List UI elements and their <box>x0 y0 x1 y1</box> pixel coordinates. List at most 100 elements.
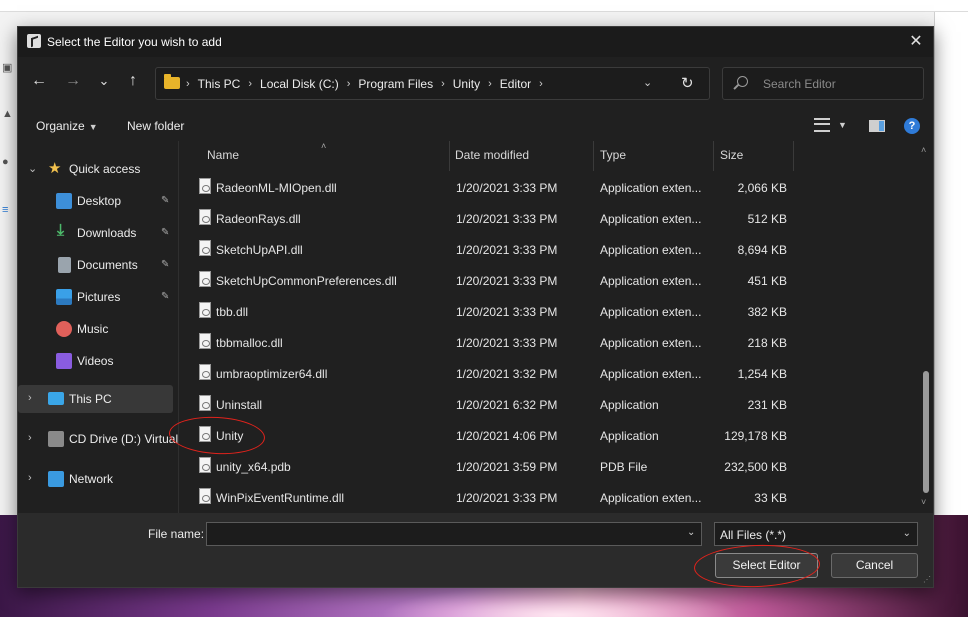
sidebar-item-label: Documents <box>77 258 138 272</box>
size-cell: 33 KB <box>754 491 787 505</box>
sidebar-item-label: CD Drive (D:) Virtual <box>69 432 179 446</box>
file-name-cell: umbraoptimizer64.dll <box>216 367 328 381</box>
breadcrumb-editor[interactable]: Editor <box>500 77 531 91</box>
sidebar-item-quick-access[interactable]: ⌄ ★ Quick access <box>18 155 178 183</box>
table-row[interactable]: RadeonRays.dll 1/20/2021 3:33 PM Applicati… <box>181 203 918 234</box>
table-row[interactable]: Uninstall 1/20/2021 6:32 PM Application 231… <box>181 389 918 420</box>
file-icon <box>199 488 211 504</box>
music-icon <box>56 321 72 337</box>
help-icon[interactable]: ? <box>904 118 920 134</box>
sidebar-item-music[interactable]: Music <box>18 315 178 343</box>
organize-menu[interactable]: Organize ▼ <box>36 119 98 133</box>
file-name-input[interactable] <box>206 522 702 546</box>
sidebar-item-label: Desktop <box>77 194 122 208</box>
chevron-right-icon[interactable]: › <box>28 392 32 404</box>
cancel-button[interactable]: Cancel <box>831 553 918 578</box>
search-box[interactable] <box>722 67 924 100</box>
table-row[interactable]: unity_x64.pdb 1/20/2021 3:59 PM PDB File 23… <box>181 451 918 482</box>
forward-arrow-icon[interactable]: → <box>61 69 85 93</box>
table-row[interactable]: WinPixEventRuntime.dll 1/20/2021 3:33 PM A… <box>181 482 918 513</box>
cd-drive-icon <box>48 431 64 447</box>
table-row[interactable]: RadeonML-MIOpen.dll 1/20/2021 3:33 PM Appl… <box>181 172 918 203</box>
sidebar-item-this-pc[interactable]: › This PC <box>18 385 173 413</box>
size-cell: 451 KB <box>747 274 787 288</box>
breadcrumb-separator[interactable]: › <box>539 78 543 90</box>
table-row[interactable]: SketchUpCommonPreferences.dll 1/20/2021 3… <box>181 265 918 296</box>
file-name-cell: RadeonRays.dll <box>216 212 301 226</box>
view-options-caret-icon[interactable]: ▼ <box>838 120 847 130</box>
sidebar-item-desktop[interactable]: Desktop ✎ <box>18 187 178 215</box>
chevron-right-icon[interactable]: › <box>28 472 32 484</box>
table-row[interactable]: Unity 1/20/2021 4:06 PM Application 129,178… <box>181 420 918 451</box>
size-cell: 218 KB <box>747 336 787 350</box>
file-type-filter-select[interactable]: All Files (*.*) ⌄ <box>714 522 918 546</box>
size-cell: 129,178 KB <box>724 429 787 443</box>
parent-installs-icon[interactable]: ≡ <box>2 204 16 216</box>
resize-grip-icon[interactable]: ⋰ <box>923 575 931 584</box>
size-cell: 231 KB <box>747 398 787 412</box>
sidebar-item-downloads[interactable]: ⤓ Downloads ✎ <box>18 219 178 247</box>
star-icon: ★ <box>48 160 62 177</box>
parent-window-right-edge <box>934 12 968 515</box>
type-cell: Application exten... <box>600 181 702 195</box>
scrollbar-thumb[interactable] <box>923 371 929 493</box>
file-icon <box>199 302 211 318</box>
column-header-date[interactable]: Date modified <box>450 141 594 171</box>
column-header-type[interactable]: Type <box>594 141 714 171</box>
breadcrumb-separator[interactable]: › <box>347 78 351 90</box>
search-icon <box>737 76 748 87</box>
sidebar-item-documents[interactable]: Documents ✎ <box>18 251 178 279</box>
type-cell: Application exten... <box>600 336 702 350</box>
sidebar-item-videos[interactable]: Videos <box>18 347 178 375</box>
chevron-right-icon[interactable]: › <box>28 432 32 444</box>
refresh-icon[interactable]: ↻ <box>681 74 694 92</box>
column-header-name[interactable]: Name <box>181 141 450 171</box>
file-type-filter-value: All Files (*.*) <box>720 528 787 542</box>
dialog-titlebar: Select the Editor you wish to add ✕ <box>18 27 933 57</box>
up-arrow-icon[interactable]: ↑ <box>121 69 145 93</box>
breadcrumb-program-files[interactable]: Program Files <box>358 77 433 91</box>
sidebar-item-pictures[interactable]: Pictures ✎ <box>18 283 178 311</box>
table-row[interactable]: tbbmalloc.dll 1/20/2021 3:33 PM Applicatio… <box>181 327 918 358</box>
file-icon <box>199 395 211 411</box>
parent-learn-icon[interactable]: ▲ <box>2 108 16 120</box>
file-list-scrollbar[interactable]: ˄ ˅ <box>919 141 933 513</box>
breadcrumb-separator[interactable]: › <box>248 78 252 90</box>
parent-community-icon[interactable]: ● <box>2 156 16 168</box>
videos-icon <box>56 353 72 369</box>
table-row[interactable]: SketchUpAPI.dll 1/20/2021 3:33 PM Applicat… <box>181 234 918 265</box>
parent-box-icon[interactable]: ▣ <box>2 62 16 74</box>
table-row[interactable]: umbraoptimizer64.dll 1/20/2021 3:32 PM App… <box>181 358 918 389</box>
computer-icon <box>48 392 64 405</box>
navigation-pane-scrollbar[interactable] <box>178 141 179 513</box>
file-name-dropdown-icon[interactable]: ⌄ <box>687 527 695 538</box>
scroll-down-icon[interactable]: ˅ <box>921 497 926 507</box>
parent-window-top-strip <box>0 0 968 12</box>
address-bar[interactable]: › This PC › Local Disk (C:) › Program Fi… <box>155 67 710 100</box>
recent-locations-chevron-icon[interactable]: ⌄ <box>92 69 116 93</box>
sidebar-item-network[interactable]: › Network <box>18 465 178 493</box>
navigation-pane: ⌄ ★ Quick access Desktop ✎ ⤓ Downloads ✎… <box>18 141 178 513</box>
column-header-size[interactable]: Size <box>714 141 794 171</box>
back-arrow-icon[interactable]: ← <box>27 69 51 93</box>
scroll-up-icon[interactable]: ˄ <box>921 145 926 155</box>
breadcrumb-unity[interactable]: Unity <box>453 77 480 91</box>
file-name-cell: WinPixEventRuntime.dll <box>216 491 345 505</box>
file-name-label: File name: <box>148 527 205 541</box>
table-row[interactable]: tbb.dll 1/20/2021 3:33 PM Application exte… <box>181 296 918 327</box>
breadcrumb-separator[interactable]: › <box>488 78 492 90</box>
preview-pane-icon[interactable] <box>869 120 885 132</box>
sidebar-item-label: Videos <box>77 354 114 368</box>
file-icon <box>199 209 211 225</box>
sidebar-item-cd-drive[interactable]: › CD Drive (D:) Virtual <box>18 425 178 453</box>
breadcrumb-local-disk[interactable]: Local Disk (C:) <box>260 77 339 91</box>
search-input[interactable] <box>763 68 918 99</box>
chevron-down-icon[interactable]: ⌄ <box>28 162 37 175</box>
view-details-icon[interactable] <box>814 118 830 132</box>
address-dropdown-icon[interactable]: ⌄ <box>643 76 652 89</box>
breadcrumb-separator[interactable]: › <box>441 78 445 90</box>
breadcrumb-this-pc[interactable]: This PC <box>198 77 241 91</box>
close-button[interactable]: ✕ <box>899 27 933 57</box>
new-folder-button[interactable]: New folder <box>127 119 184 133</box>
sidebar-item-label: Music <box>77 322 109 336</box>
